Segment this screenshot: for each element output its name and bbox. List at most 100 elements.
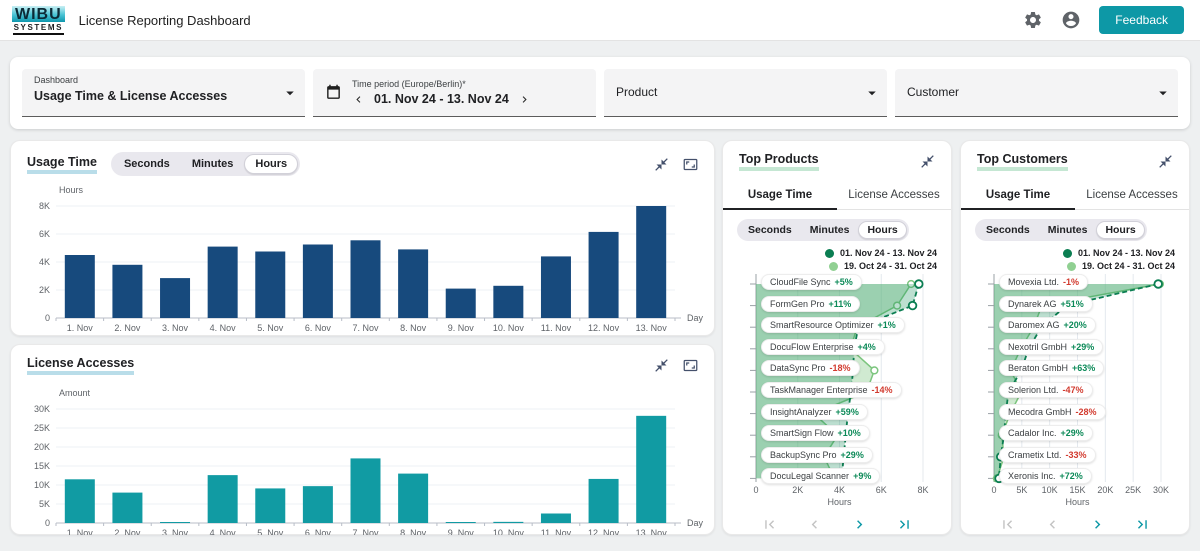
top-customers-chart[interactable]: 0 5K 10K 15K 20K 25K 30K Hours Movexia Ltd. -1% D… <box>961 272 1189 510</box>
row-pill-Beraton GmbH[interactable]: Beraton GmbH +63% <box>999 360 1105 377</box>
tab-license-accesses[interactable]: License Accesses <box>1075 181 1189 209</box>
customer-select[interactable]: Customer <box>895 69 1178 117</box>
row-delta: +72% <box>1059 471 1083 482</box>
first-page-icon[interactable] <box>999 516 1016 533</box>
row-pill-Crametix Ltd.[interactable]: Crametix Ltd. -33% <box>999 446 1096 463</box>
bar-11. Nov[interactable] <box>540 513 571 524</box>
row-pill-BackupSync Pro[interactable]: BackupSync Pro +29% <box>761 446 873 463</box>
bar-13. Nov[interactable] <box>636 206 667 318</box>
row-pill-TaskManager Enterprise[interactable]: TaskManager Enterprise -14% <box>761 382 902 398</box>
bar-8. Nov[interactable] <box>398 473 429 523</box>
chevron-left-icon[interactable] <box>352 93 365 106</box>
last-page-icon[interactable] <box>1134 516 1151 533</box>
chevron-right-icon[interactable] <box>518 93 531 106</box>
tab-usage-time[interactable]: Usage Time <box>961 181 1075 210</box>
bar-7. Nov[interactable] <box>350 240 381 318</box>
expand-icon[interactable] <box>683 157 698 172</box>
row-pill-SmartResource Optimizer[interactable]: SmartResource Optimizer +1% <box>761 317 905 334</box>
svg-text:12. Nov: 12. Nov <box>588 528 620 535</box>
expand-icon[interactable] <box>683 358 698 373</box>
row-pill-DocuLegal Scanner[interactable]: DocuLegal Scanner +9% <box>761 468 881 485</box>
last-page-icon[interactable] <box>896 516 913 533</box>
bar-5. Nov[interactable] <box>255 488 286 523</box>
time-period-value: 01. Nov 24 - 13. Nov 24 <box>374 92 509 106</box>
row-pill-SmartSign Flow[interactable]: SmartSign Flow +10% <box>761 425 870 442</box>
unit-hours[interactable]: Hours <box>1096 221 1145 239</box>
product-select[interactable]: Product <box>604 69 887 117</box>
bar-1. Nov[interactable] <box>64 479 95 523</box>
svg-text:10. Nov: 10. Nov <box>493 323 525 333</box>
svg-text:7. Nov: 7. Nov <box>352 323 379 333</box>
bar-10. Nov[interactable] <box>493 521 524 523</box>
unit-hours[interactable]: Hours <box>858 221 907 239</box>
usage-time-chart[interactable]: 0 2K 4K 6K 8K 1. Nov 2. Nov 3. Nov 4. Nov 5. Nov 6… <box>15 175 710 333</box>
row-pill-InsightAnalyzer[interactable]: InsightAnalyzer +59% <box>761 403 868 420</box>
svg-text:Amount: Amount <box>59 388 91 398</box>
unit-minutes[interactable]: Minutes <box>181 154 245 174</box>
row-pill-Dynarek AG[interactable]: Dynarek AG +51% <box>999 295 1093 312</box>
collapse-icon[interactable] <box>920 154 935 169</box>
bar-10. Nov[interactable] <box>493 285 524 318</box>
row-pill-Solerion Ltd.[interactable]: Solerion Ltd. -47% <box>999 382 1093 398</box>
row-pill-Xeronis Inc.[interactable]: Xeronis Inc. +72% <box>999 468 1092 485</box>
collapse-icon[interactable] <box>1158 154 1173 169</box>
feedback-button[interactable]: Feedback <box>1099 6 1184 34</box>
bar-3. Nov[interactable] <box>160 278 191 318</box>
row-pill-Nexotril GmbH[interactable]: Nexotril GmbH +29% <box>999 338 1104 355</box>
unit-minutes[interactable]: Minutes <box>801 221 859 239</box>
unit-seconds[interactable]: Seconds <box>113 154 181 174</box>
svg-text:30K: 30K <box>34 404 50 414</box>
row-pill-Cadalor Inc.[interactable]: Cadalor Inc. +29% <box>999 425 1093 442</box>
bar-9. Nov[interactable] <box>445 522 476 523</box>
bar-3. Nov[interactable] <box>160 522 191 523</box>
row-pill-Daromex AG[interactable]: Daromex AG +20% <box>999 317 1096 334</box>
account-icon[interactable] <box>1061 10 1081 30</box>
bar-5. Nov[interactable] <box>255 251 286 319</box>
row-pill-FormGen Pro[interactable]: FormGen Pro +11% <box>761 295 861 312</box>
dashboard-select[interactable]: Dashboard Usage Time & License Accesses <box>22 69 305 117</box>
unit-seconds[interactable]: Seconds <box>739 221 801 239</box>
bar-6. Nov[interactable] <box>302 244 333 319</box>
bar-4. Nov[interactable] <box>207 475 238 523</box>
bar-8. Nov[interactable] <box>398 249 429 318</box>
svg-text:20K: 20K <box>34 442 50 452</box>
bar-11. Nov[interactable] <box>540 256 571 318</box>
unit-hours[interactable]: Hours <box>244 154 299 174</box>
row-pill-Mecodra GmbH[interactable]: Mecodra GmbH -28% <box>999 403 1106 420</box>
previous-page-icon[interactable] <box>1044 516 1061 533</box>
tab-license-accesses[interactable]: License Accesses <box>837 181 951 209</box>
bar-12. Nov[interactable] <box>588 231 619 318</box>
unit-minutes[interactable]: Minutes <box>1039 221 1097 239</box>
tab-usage-time[interactable]: Usage Time <box>723 181 837 210</box>
bar-7. Nov[interactable] <box>350 458 381 523</box>
row-pill-CloudFile Sync[interactable]: CloudFile Sync +5% <box>761 274 862 290</box>
bar-13. Nov[interactable] <box>636 415 667 523</box>
bar-9. Nov[interactable] <box>445 288 476 318</box>
time-period-field[interactable]: Time period (Europe/Berlin)* 01. Nov 24 … <box>313 69 596 117</box>
first-page-icon[interactable] <box>761 516 778 533</box>
svg-text:1. Nov: 1. Nov <box>67 323 94 333</box>
bar-4. Nov[interactable] <box>207 246 238 318</box>
row-pill-DataSync Pro[interactable]: DataSync Pro -18% <box>761 360 860 377</box>
gear-icon[interactable] <box>1023 10 1043 30</box>
top-products-chart[interactable]: 0 2K 4K 6K 8K Hours CloudFile Sync +5% FormGen … <box>723 272 951 510</box>
next-page-icon[interactable] <box>851 516 868 533</box>
license-accesses-chart[interactable]: 0 5K 10K 15K 20K 25K 30K 1. Nov 2. Nov 3. Nov 4. N… <box>15 375 710 535</box>
bar-2. Nov[interactable] <box>112 492 143 523</box>
previous-page-icon[interactable] <box>806 516 823 533</box>
svg-text:11. Nov: 11. Nov <box>541 528 572 535</box>
bar-2. Nov[interactable] <box>112 264 143 318</box>
bar-1. Nov[interactable] <box>64 255 95 318</box>
row-label: DocuLegal Scanner <box>770 471 850 482</box>
row-pill-Movexia Ltd.[interactable]: Movexia Ltd. -1% <box>999 274 1089 290</box>
row-label: Nexotril GmbH <box>1008 341 1068 352</box>
bar-6. Nov[interactable] <box>302 486 333 523</box>
next-page-icon[interactable] <box>1089 516 1106 533</box>
bar-12. Nov[interactable] <box>588 478 619 523</box>
svg-text:4K: 4K <box>39 257 50 267</box>
row-pill-DocuFlow Enterprise[interactable]: DocuFlow Enterprise +4% <box>761 338 885 355</box>
svg-text:12. Nov: 12. Nov <box>588 323 620 333</box>
collapse-icon[interactable] <box>654 157 669 172</box>
unit-seconds[interactable]: Seconds <box>977 221 1039 239</box>
collapse-icon[interactable] <box>654 358 669 373</box>
